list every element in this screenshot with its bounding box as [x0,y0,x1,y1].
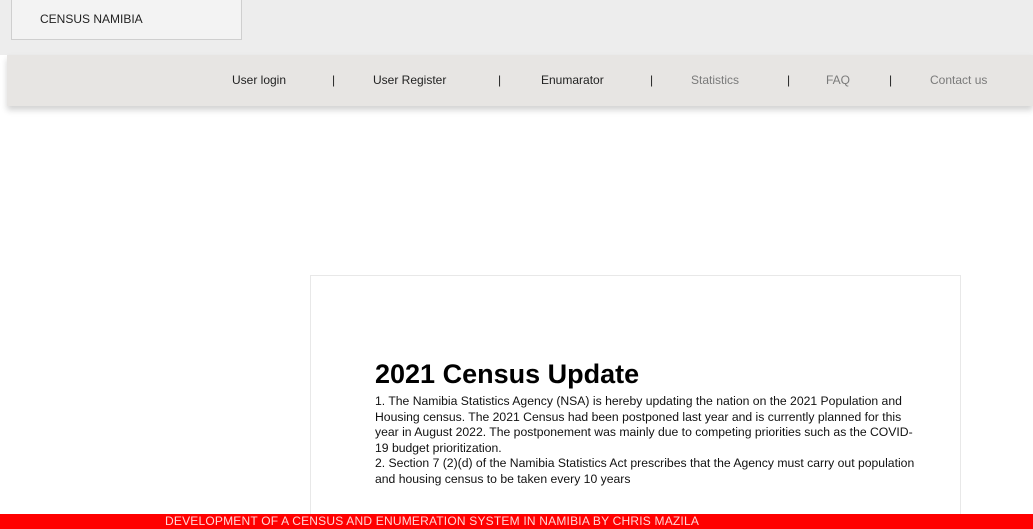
footer-text: DEVELOPMENT OF A CENSUS AND ENUMERATION … [165,514,700,528]
nav-enumerator[interactable]: Enumarator [541,73,604,87]
nav-faq[interactable]: FAQ [826,73,850,87]
brand-box[interactable]: CENSUS NAMIBIA [11,0,242,40]
census-update-card: 2021 Census Update 1. The Namibia Statis… [310,275,961,529]
navigation-bar: User login | User Register | Enumarator … [7,55,1033,106]
card-paragraph: 2. Section 7 (2)(d) of the Namibia Stati… [375,456,915,486]
nav-separator: | [332,73,336,87]
nav-separator: | [650,73,654,87]
nav-contact-us[interactable]: Contact us [930,73,987,87]
nav-separator: | [787,73,791,87]
nav-separator: | [498,73,502,87]
brand-title[interactable]: CENSUS NAMIBIA [40,12,143,26]
nav-user-register[interactable]: User Register [373,73,446,87]
nav-user-login[interactable]: User login [232,73,286,87]
card-title: 2021 Census Update [375,359,640,389]
card-body: 1. The Namibia Statistics Agency (NSA) i… [375,394,915,487]
footer-bar: DEVELOPMENT OF A CENSUS AND ENUMERATION … [0,514,1033,529]
nav-statistics[interactable]: Statistics [691,73,739,87]
top-header: CENSUS NAMIBIA [0,0,1033,55]
card-paragraph: 1. The Namibia Statistics Agency (NSA) i… [375,394,913,455]
nav-separator: | [889,73,893,87]
